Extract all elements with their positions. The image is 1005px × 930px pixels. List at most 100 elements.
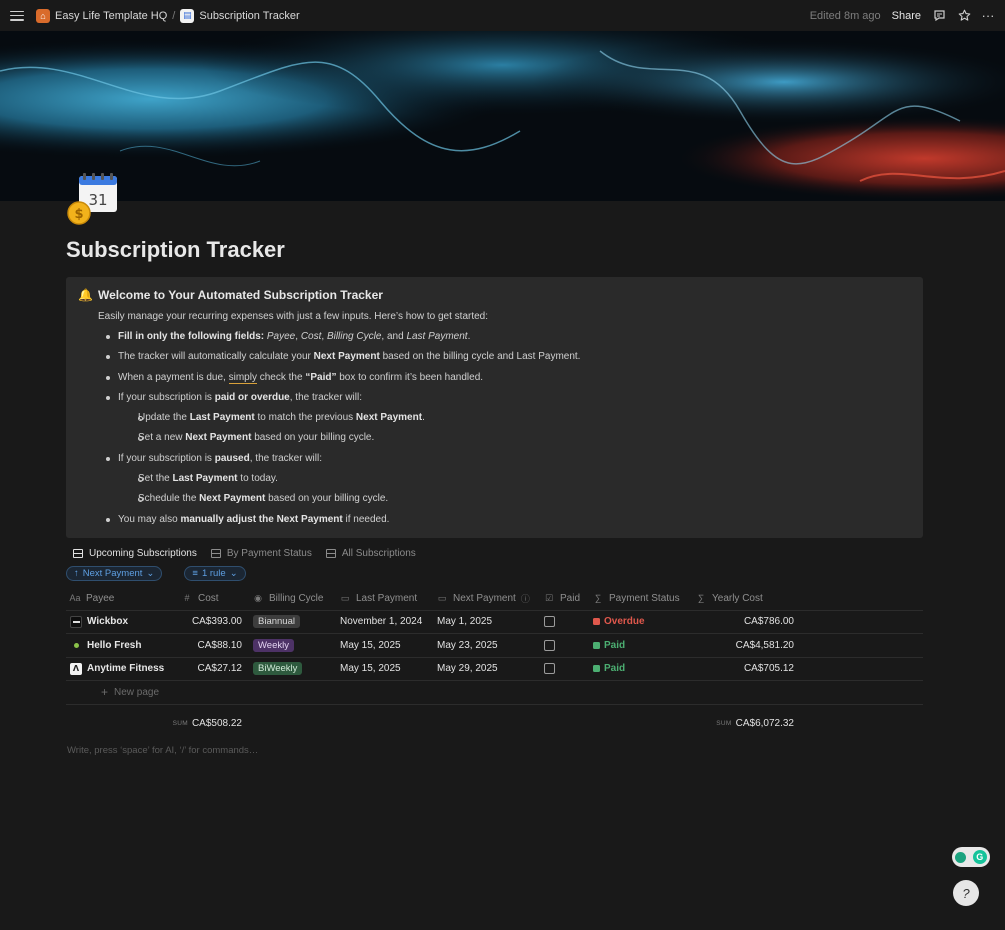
billing-cycle-tag[interactable]: BiWeekly — [253, 662, 303, 676]
new-page-row[interactable]: + New page — [66, 681, 923, 705]
calculation-row: SUM CA$508.22 SUM CA$6,072.32 — [66, 711, 923, 737]
filter-pill[interactable]: ≡ 1 rule ⌄ — [184, 566, 246, 581]
breadcrumb: ⌂ Easy Life Template HQ / ▤ Subscription… — [36, 8, 300, 23]
last-payment-value[interactable]: November 1, 2024 — [340, 611, 422, 634]
bullet — [106, 457, 110, 461]
table-row[interactable]: ᐱ Anytime Fitness CA$27.12 BiWeekly May 1… — [66, 658, 923, 681]
table-icon — [325, 549, 336, 558]
callout-item-1: Fill in only the following fields: Payee… — [118, 331, 471, 342]
column-header-billing-cycle[interactable]: ◉ Billing Cycle — [253, 587, 323, 610]
payee-name[interactable]: Wickbox — [87, 616, 128, 627]
tab-all-subscriptions[interactable]: All Subscriptions — [325, 548, 416, 559]
bullet — [106, 396, 110, 400]
column-header-payee[interactable]: Aa Payee — [69, 587, 115, 610]
tab-by-payment-status[interactable]: By Payment Status — [210, 548, 312, 559]
breadcrumb-separator: / — [172, 9, 176, 22]
plus-icon: + — [101, 685, 109, 700]
status-dot-icon — [593, 618, 600, 626]
house-icon: ⌂ — [36, 8, 50, 23]
callout-item-3: When a payment is due, simply check the … — [118, 372, 484, 384]
callout-item-2: The tracker will automatically calculate… — [118, 351, 581, 362]
next-payment-value: May 1, 2025 — [437, 616, 493, 628]
cost-value[interactable]: CA$27.12 — [180, 658, 242, 681]
column-header-payment-status[interactable]: ∑ Payment Status — [593, 587, 680, 610]
comment-icon[interactable] — [932, 9, 946, 23]
number-property-icon: # — [184, 593, 190, 604]
callout-item-5: If your subscription is paused, the trac… — [118, 453, 322, 464]
payment-status-value: Paid — [604, 663, 626, 675]
payment-status-value: Paid — [604, 639, 626, 651]
callout-item-4b: Set a new Next Payment based on your bil… — [138, 432, 375, 443]
yearly-cost-sum[interactable]: SUM CA$6,072.32 — [696, 711, 794, 737]
share-button[interactable]: Share — [892, 10, 921, 22]
yearly-cost-value: CA$705.12 — [743, 663, 794, 675]
last-payment-value[interactable]: May 15, 2025 — [340, 658, 401, 681]
lightbulb-icon — [955, 851, 967, 863]
table-icon — [73, 549, 83, 558]
payee-name[interactable]: Hello Fresh — [87, 640, 141, 651]
cost-value[interactable]: CA$393.00 — [180, 611, 242, 634]
next-payment-value: May 29, 2025 — [437, 663, 498, 675]
wickbox-logo-icon — [70, 615, 82, 628]
callout-item-5b: Schedule the Next Payment based on your … — [138, 493, 389, 504]
bell-icon: 🔔 — [78, 288, 93, 302]
cost-value[interactable]: CA$88.10 — [180, 634, 242, 657]
callout-item-4a: Update the Last Payment to match the pre… — [138, 412, 425, 423]
subscriptions-table: Aa Payee # Cost ◉ Billing Cycle ▭ Last Payme… — [66, 587, 923, 737]
grammarly-widget[interactable]: G — [952, 847, 990, 867]
column-header-yearly-cost[interactable]: ∑ Yearly Cost — [696, 587, 763, 610]
hello-fresh-logo-icon — [70, 639, 82, 651]
more-icon[interactable]: ··· — [981, 8, 995, 23]
select-property-icon: ◉ — [254, 592, 262, 603]
breadcrumb-item-hq[interactable]: Easy Life Template HQ — [55, 10, 167, 22]
tab-upcoming-subscriptions[interactable]: Upcoming Subscriptions — [73, 548, 197, 559]
editor-placeholder[interactable]: Write, press ‘space’ for AI, ‘/’ for com… — [67, 745, 258, 756]
checkbox-property-icon: ☑ — [544, 592, 554, 603]
callout-item-5a: Set the Last Payment to today. — [138, 473, 278, 484]
sort-pill[interactable]: ↑ Next Payment ⌄ — [66, 566, 163, 581]
table-row[interactable]: Hello Fresh CA$88.10 Weekly May 15, 2025… — [66, 634, 923, 658]
callout-intro: Easily manage your recurring expenses wi… — [98, 311, 489, 322]
column-header-paid[interactable]: ☑ Paid — [544, 587, 580, 610]
billing-cycle-tag[interactable]: Biannual — [253, 615, 300, 629]
help-icon: ? — [962, 885, 970, 901]
board-icon — [210, 549, 221, 558]
payee-name[interactable]: Anytime Fitness — [87, 663, 164, 674]
billing-cycle-tag[interactable]: Weekly — [253, 638, 294, 652]
yearly-cost-value: CA$4,581.20 — [735, 639, 794, 651]
sidebar-menu-icon[interactable] — [10, 10, 24, 21]
help-button[interactable]: ? — [953, 880, 979, 906]
formula-property-icon: ∑ — [594, 593, 602, 604]
status-dot-icon — [593, 665, 600, 673]
cost-sum[interactable]: SUM CA$508.22 — [170, 711, 242, 737]
date-property-icon: ▭ — [340, 592, 350, 603]
table-row[interactable]: Wickbox CA$393.00 Biannual November 1, 2… — [66, 611, 923, 634]
table-header: Aa Payee # Cost ◉ Billing Cycle ▭ Last Payme… — [66, 587, 923, 611]
page-icon[interactable]: 31 $ — [66, 172, 120, 226]
payment-status-value: Overdue — [604, 616, 645, 628]
paid-checkbox[interactable] — [544, 639, 555, 651]
cover-image — [0, 31, 1005, 201]
text-property-icon: Aa — [69, 593, 81, 604]
arrow-up-icon: ↑ — [74, 568, 79, 579]
new-page-button[interactable]: New page — [114, 687, 159, 698]
column-header-next-payment[interactable]: ▭ Next Payment ⓘ — [437, 587, 530, 610]
breadcrumb-item-current[interactable]: Subscription Tracker — [199, 10, 299, 22]
page-title[interactable]: Subscription Tracker — [66, 237, 285, 263]
view-filters: ↑ Next Payment ⌄ ≡ 1 rule ⌄ — [66, 566, 246, 581]
grammarly-icon: G — [972, 850, 987, 864]
bullet — [106, 335, 110, 339]
last-payment-value[interactable]: May 15, 2025 — [340, 634, 401, 657]
paid-checkbox[interactable] — [544, 663, 555, 675]
top-bar: ⌂ Easy Life Template HQ / ▤ Subscription… — [0, 0, 1005, 31]
calendar-icon: ▤ — [180, 8, 195, 23]
star-icon[interactable] — [957, 9, 971, 23]
formula-property-icon: ∑ — [697, 593, 705, 604]
column-header-last-payment[interactable]: ▭ Last Payment — [340, 587, 417, 610]
bullet — [106, 376, 110, 380]
paid-checkbox[interactable] — [544, 616, 555, 628]
callout-item-4: If your subscription is paid or overdue,… — [118, 392, 362, 403]
column-header-cost[interactable]: # Cost — [182, 587, 218, 610]
callout-heading-row: 🔔 Welcome to Your Automated Subscription… — [78, 288, 911, 302]
date-property-icon: ▭ — [437, 592, 447, 603]
